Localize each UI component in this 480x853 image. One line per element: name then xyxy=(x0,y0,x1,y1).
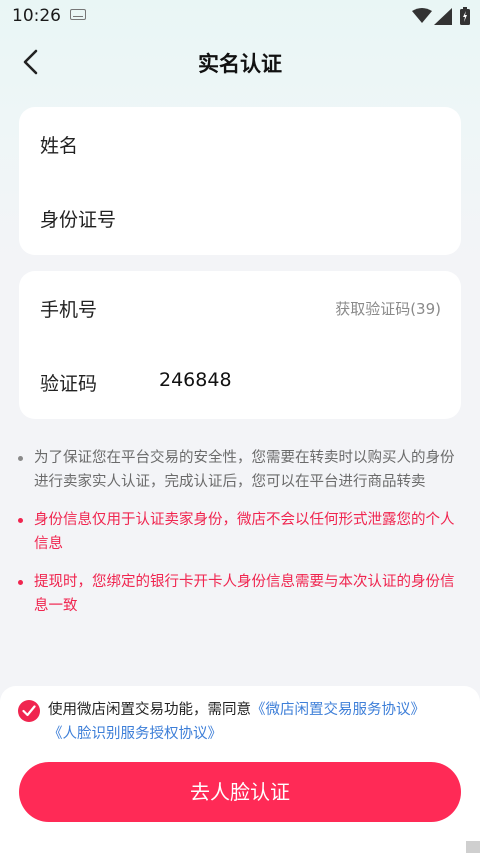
keyboard-icon xyxy=(70,9,86,20)
phone-card: 手机号 获取验证码(39) 验证码 246848 xyxy=(19,271,461,419)
trade-agreement-link[interactable]: 《微店闲置交易服务协议》 xyxy=(251,702,425,718)
bullet-dot xyxy=(18,518,23,523)
id-number-row[interactable]: 身份证号 xyxy=(19,181,461,255)
agreement-text: 使用微店闲置交易功能，需同意《微店闲置交易服务协议》 《人脸识别服务授权协议》 xyxy=(48,698,464,746)
notice-item: 身份信息仅用于认证卖家身份，微店不会以任何形式泄露您的个人信息 xyxy=(18,508,464,556)
face-recognition-agreement-link[interactable]: 《人脸识别服务授权协议》 xyxy=(48,726,222,742)
battery-icon xyxy=(460,7,470,25)
get-code-button[interactable]: 获取验证码(39) xyxy=(335,298,441,319)
notice-text: 提现时，您绑定的银行卡开卡人身份信息需要与本次认证的身份信息一致 xyxy=(34,574,455,614)
code-row[interactable]: 验证码 246848 xyxy=(19,345,461,419)
notice-item: 提现时，您绑定的银行卡开卡人身份信息需要与本次认证的身份信息一致 xyxy=(18,570,464,618)
status-bar: 10:26 xyxy=(0,0,480,34)
wifi-icon xyxy=(412,8,432,23)
status-time: 10:26 xyxy=(12,6,61,26)
header: 实名认证 xyxy=(0,34,480,90)
phone-row[interactable]: 手机号 获取验证码(39) xyxy=(19,271,461,345)
nav-bar-edge xyxy=(466,841,480,853)
name-label: 姓名 xyxy=(40,135,79,157)
page-title: 实名认证 xyxy=(198,52,282,76)
identity-card: 姓名 身份证号 xyxy=(19,107,461,255)
notice-list: 为了保证您在平台交易的安全性，您需要在转卖时以购买人的身份进行卖家实人认证，完成… xyxy=(18,446,464,632)
agreement-prefix: 使用微店闲置交易功能，需同意 xyxy=(48,702,251,718)
notice-text: 身份信息仅用于认证卖家身份，微店不会以任何形式泄露您的个人信息 xyxy=(34,512,455,552)
phone-label: 手机号 xyxy=(40,299,98,321)
name-input[interactable] xyxy=(159,121,439,165)
id-number-input[interactable] xyxy=(159,195,439,239)
phone-input[interactable] xyxy=(159,285,339,329)
id-number-label: 身份证号 xyxy=(40,209,117,231)
bullet-dot xyxy=(18,580,23,585)
code-label: 验证码 xyxy=(40,373,98,395)
bullet-dot xyxy=(18,456,23,461)
notice-text: 为了保证您在平台交易的安全性，您需要在转卖时以购买人的身份进行卖家实人认证，完成… xyxy=(34,450,455,490)
notice-item: 为了保证您在平台交易的安全性，您需要在转卖时以购买人的身份进行卖家实人认证，完成… xyxy=(18,446,464,494)
signal-icon xyxy=(434,8,452,25)
code-input[interactable]: 246848 xyxy=(159,369,232,391)
agree-checkbox[interactable] xyxy=(18,700,40,722)
check-icon xyxy=(22,705,36,717)
bottom-panel: 使用微店闲置交易功能，需同意《微店闲置交易服务协议》 《人脸识别服务授权协议》 … xyxy=(0,686,480,853)
face-verify-button[interactable]: 去人脸认证 xyxy=(19,762,461,822)
name-row[interactable]: 姓名 xyxy=(19,107,461,181)
